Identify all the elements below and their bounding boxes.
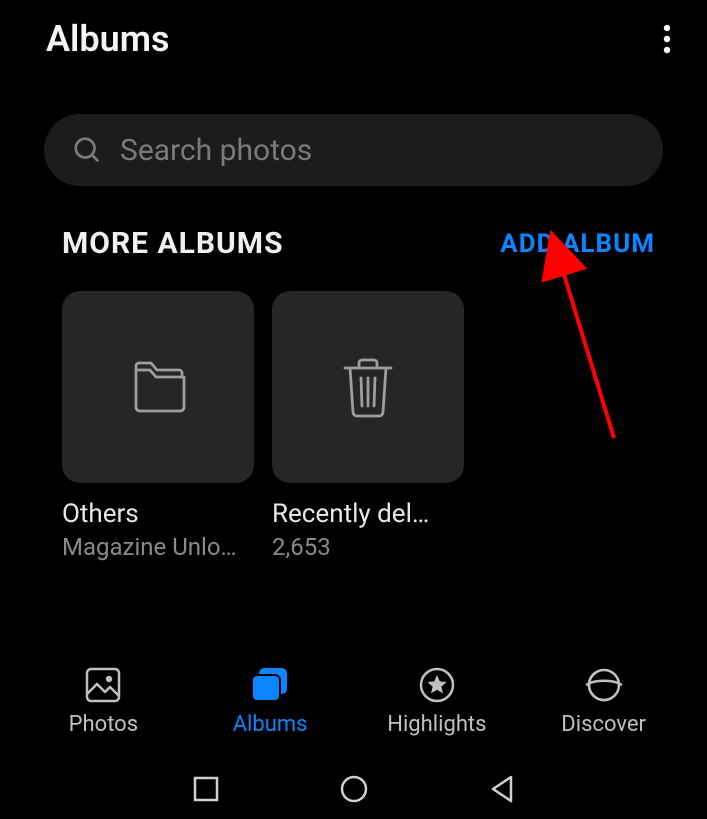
search-icon xyxy=(72,135,102,165)
sys-back-button[interactable] xyxy=(489,775,515,803)
trash-icon xyxy=(339,354,397,420)
sys-home-button[interactable] xyxy=(339,774,369,804)
more-vertical-icon xyxy=(663,24,671,54)
nav-albums[interactable]: Albums xyxy=(205,666,335,737)
add-album-button[interactable]: ADD ALBUM xyxy=(500,229,655,259)
nav-label: Photos xyxy=(69,712,138,737)
page-title: Albums xyxy=(46,18,170,60)
discover-icon xyxy=(584,666,624,704)
nav-highlights[interactable]: Highlights xyxy=(372,666,502,737)
folder-icon xyxy=(122,356,194,418)
album-item-recently-deleted[interactable]: Recently del… 2,653 xyxy=(272,291,464,561)
album-subtitle: 2,653 xyxy=(272,533,464,561)
photos-icon xyxy=(84,666,122,704)
square-icon xyxy=(193,776,219,802)
album-title: Others xyxy=(62,499,254,529)
nav-label: Discover xyxy=(561,712,646,737)
bottom-nav: Photos Albums Highlights Discover xyxy=(0,666,707,751)
albums-grid: Others Magazine Unlo… Recently del… 2,65… xyxy=(0,261,707,561)
nav-label: Highlights xyxy=(387,712,486,737)
circle-icon xyxy=(339,774,369,804)
nav-discover[interactable]: Discover xyxy=(539,666,669,737)
section-title: MORE ALBUMS xyxy=(62,226,284,261)
highlights-icon xyxy=(418,666,456,704)
albums-icon xyxy=(249,666,291,704)
search-input[interactable]: Search photos xyxy=(44,114,663,186)
album-title: Recently del… xyxy=(272,499,464,529)
system-nav xyxy=(0,759,707,819)
sys-recents-button[interactable] xyxy=(193,776,219,802)
album-subtitle: Magazine Unlo… xyxy=(62,533,254,561)
triangle-back-icon xyxy=(489,775,515,803)
nav-photos[interactable]: Photos xyxy=(38,666,168,737)
nav-label: Albums xyxy=(233,712,308,737)
more-menu-button[interactable] xyxy=(655,27,679,51)
search-placeholder: Search photos xyxy=(120,133,312,168)
album-item-others[interactable]: Others Magazine Unlo… xyxy=(62,291,254,561)
